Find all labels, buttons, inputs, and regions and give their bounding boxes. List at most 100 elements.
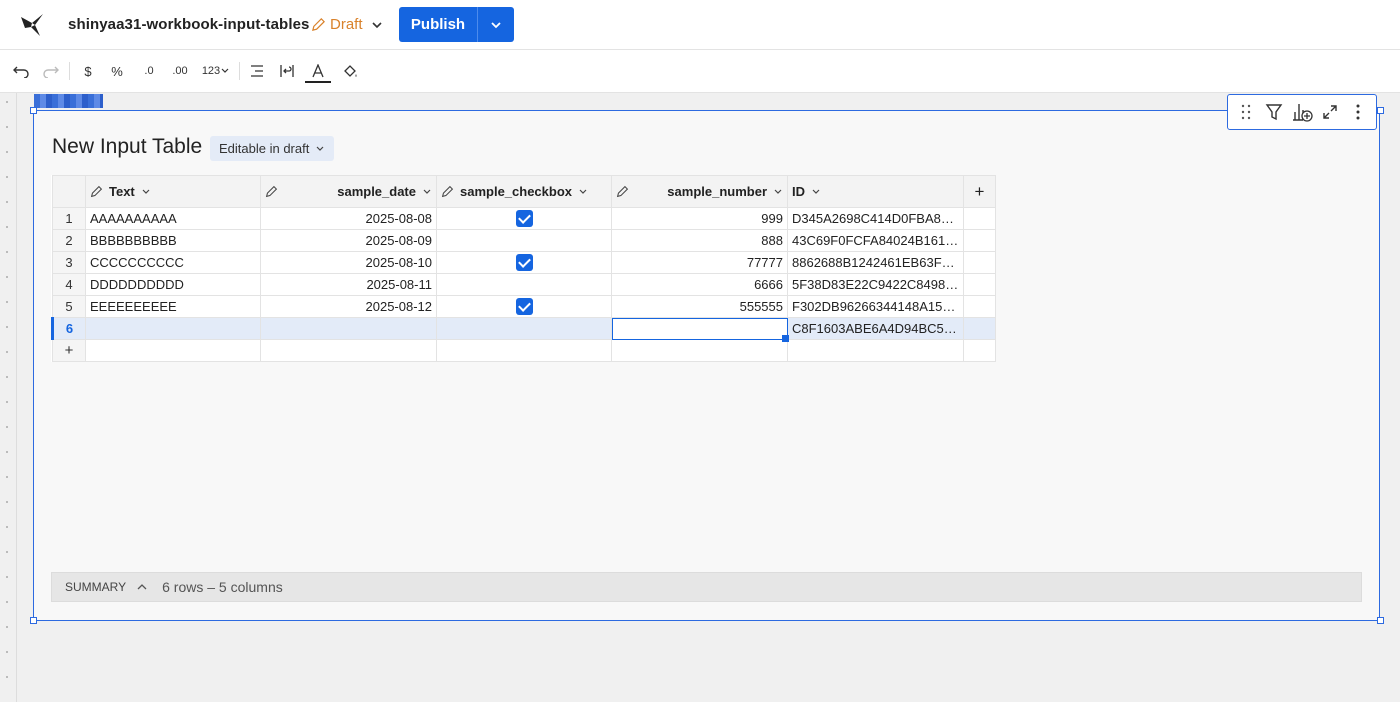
chevron-up-icon[interactable] xyxy=(136,582,148,592)
number-cell[interactable] xyxy=(611,317,788,340)
date-cell[interactable]: 2025-08-12 xyxy=(260,295,437,318)
number-cell[interactable]: 6666 xyxy=(611,273,788,296)
summary-bar[interactable]: SUMMARY 6 rows – 5 columns xyxy=(51,572,1362,602)
undo-icon[interactable] xyxy=(11,61,31,81)
date-cell[interactable]: 2025-08-11 xyxy=(260,273,437,296)
drag-handle-icon[interactable] xyxy=(1234,100,1258,124)
fill-handle[interactable] xyxy=(782,335,789,342)
element-tag[interactable] xyxy=(34,94,103,108)
pencil-icon xyxy=(312,18,325,31)
id-cell[interactable]: D345A2698C414D0FBA8B… xyxy=(787,207,964,230)
table-row[interactable]: 4 DDDDDDDDDD 2025-08-11 6666 5F38D83E22C9422… xyxy=(52,273,996,296)
table-title[interactable]: New Input Table xyxy=(52,135,202,159)
toolbar-divider xyxy=(239,62,240,80)
checkbox-cell[interactable] xyxy=(436,273,612,296)
publish-button[interactable]: Publish xyxy=(399,7,478,42)
id-cell[interactable]: 5F38D83E22C9422C8498… xyxy=(787,273,964,296)
table-row[interactable]: 3 CCCCCCCCCC 2025-08-10 77777 8862688B124246… xyxy=(52,251,996,274)
date-cell[interactable]: 2025-08-10 xyxy=(260,251,437,274)
text-cell[interactable]: EEEEEEEEEE xyxy=(85,295,261,318)
id-cell[interactable]: 43C69F0FCFA84024B161… xyxy=(787,229,964,252)
table-row[interactable]: 1 AAAAAAAAAA 2025-08-08 999 D345A2698C414D0F… xyxy=(52,207,996,230)
row-number[interactable]: 4 xyxy=(52,273,86,296)
date-cell[interactable] xyxy=(260,317,437,340)
text-color-icon[interactable] xyxy=(305,61,331,83)
chevron-down-icon[interactable] xyxy=(811,187,821,197)
id-cell[interactable]: 8862688B1242461EB63F… xyxy=(787,251,964,274)
redo-icon[interactable] xyxy=(41,61,61,81)
summary-info: 6 rows – 5 columns xyxy=(162,579,283,595)
column-header-sample-number[interactable]: sample_number xyxy=(611,175,788,208)
currency-format-button[interactable]: $ xyxy=(79,61,97,81)
editable-status-dropdown[interactable]: Editable in draft xyxy=(210,136,335,161)
column-header-text[interactable]: Text xyxy=(85,175,261,208)
checked-checkbox-icon[interactable] xyxy=(515,254,533,272)
chevron-down-icon[interactable] xyxy=(422,187,432,197)
checkbox-cell[interactable] xyxy=(436,317,612,340)
column-label: Text xyxy=(109,184,135,199)
table-row[interactable]: 6 C8F1603ABE6A4D94BC55… xyxy=(51,317,996,340)
workbook-title[interactable]: shinyaa31-workbook-input-tables xyxy=(68,16,309,33)
row-number[interactable]: 5 xyxy=(52,295,86,318)
table-row[interactable]: 5 EEEEEEEEEE 2025-08-12 555555 F302DB9626634… xyxy=(52,295,996,318)
checkbox-cell[interactable] xyxy=(436,295,612,318)
row-number[interactable]: 6 xyxy=(51,317,86,340)
column-header-sample-date[interactable]: sample_date xyxy=(260,175,437,208)
text-cell[interactable]: AAAAAAAAAA xyxy=(85,207,261,230)
checked-checkbox-icon[interactable] xyxy=(515,298,533,316)
checkbox-cell[interactable] xyxy=(436,207,612,230)
checkbox-cell[interactable] xyxy=(436,251,612,274)
resize-handle[interactable] xyxy=(1377,617,1384,624)
increase-decimals-button[interactable]: .00 xyxy=(169,61,191,81)
resize-handle[interactable] xyxy=(1377,107,1384,114)
publish-button-group: Publish xyxy=(399,7,514,42)
text-cell[interactable]: DDDDDDDDDD xyxy=(85,273,261,296)
percent-format-button[interactable]: % xyxy=(108,61,126,81)
pencil-icon xyxy=(441,185,454,198)
checked-checkbox-icon[interactable] xyxy=(515,210,533,228)
add-chart-icon[interactable] xyxy=(1290,100,1314,124)
resize-handle[interactable] xyxy=(30,107,37,114)
number-cell[interactable]: 77777 xyxy=(611,251,788,274)
row-number[interactable]: 3 xyxy=(52,251,86,274)
app-logo-icon[interactable] xyxy=(18,11,46,39)
expand-icon[interactable] xyxy=(1318,100,1342,124)
add-row-button[interactable]: + xyxy=(52,339,86,362)
text-cell[interactable] xyxy=(85,317,261,340)
chevron-down-icon[interactable] xyxy=(578,187,588,197)
text-wrap-icon[interactable] xyxy=(278,61,296,81)
date-cell[interactable]: 2025-08-08 xyxy=(260,207,437,230)
number-cell[interactable]: 555555 xyxy=(611,295,788,318)
number-cell[interactable]: 999 xyxy=(611,207,788,230)
column-label: ID xyxy=(792,184,805,199)
pencil-icon xyxy=(616,185,629,198)
add-column-button[interactable]: + xyxy=(963,175,996,208)
column-header-id[interactable]: ID xyxy=(787,175,964,208)
decrease-decimals-button[interactable]: .0 xyxy=(138,61,160,81)
chevron-down-icon[interactable] xyxy=(141,187,151,197)
resize-handle[interactable] xyxy=(30,617,37,624)
chevron-down-icon xyxy=(491,21,501,28)
number-format-dropdown[interactable]: 123 xyxy=(200,61,232,81)
id-cell[interactable]: C8F1603ABE6A4D94BC55… xyxy=(787,317,964,340)
more-options-icon[interactable] xyxy=(1346,100,1370,124)
fill-color-icon[interactable] xyxy=(340,61,360,81)
row-number[interactable]: 2 xyxy=(52,229,86,252)
text-cell[interactable]: BBBBBBBBBB xyxy=(85,229,261,252)
number-format-label: 123 xyxy=(201,65,221,77)
publish-options-button[interactable] xyxy=(478,7,514,42)
date-cell[interactable]: 2025-08-09 xyxy=(260,229,437,252)
align-icon[interactable] xyxy=(248,61,266,81)
column-header-sample-checkbox[interactable]: sample_checkbox xyxy=(436,175,612,208)
number-cell[interactable]: 888 xyxy=(611,229,788,252)
draft-status[interactable]: Draft xyxy=(311,16,363,33)
draft-label: Draft xyxy=(330,16,363,33)
checkbox-cell[interactable] xyxy=(436,229,612,252)
id-cell[interactable]: F302DB96266344148A15… xyxy=(787,295,964,318)
chevron-down-icon[interactable] xyxy=(773,187,783,197)
text-cell[interactable]: CCCCCCCCCC xyxy=(85,251,261,274)
filter-icon[interactable] xyxy=(1262,100,1286,124)
row-number[interactable]: 1 xyxy=(52,207,86,230)
chevron-down-icon[interactable] xyxy=(370,18,384,32)
table-row[interactable]: 2 BBBBBBBBBB 2025-08-09 888 43C69F0FCFA84024… xyxy=(52,229,996,252)
